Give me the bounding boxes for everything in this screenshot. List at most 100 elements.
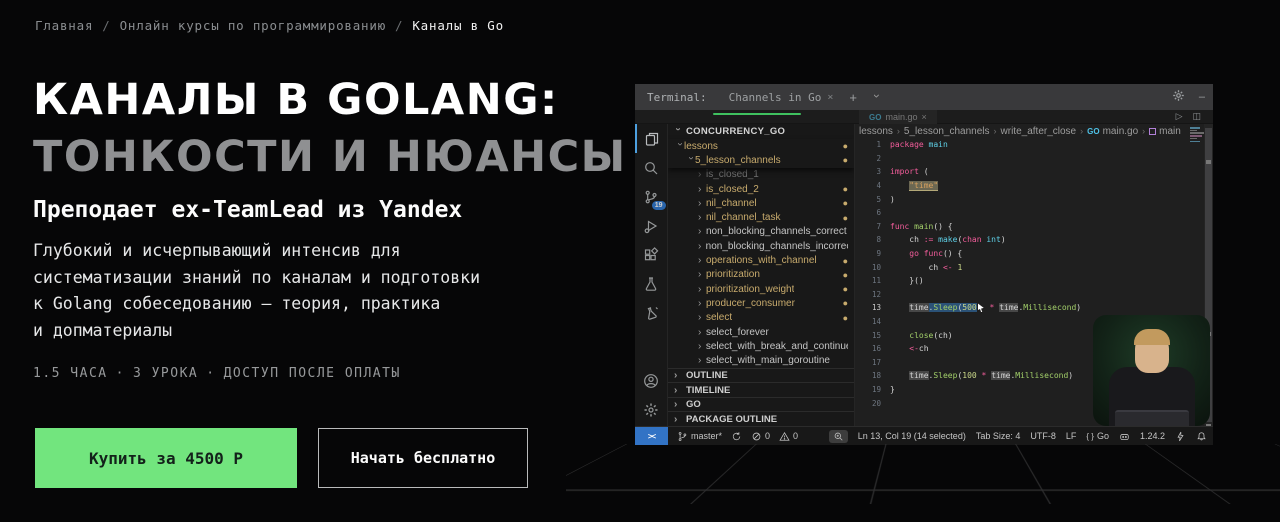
code-line-10[interactable]: 10 ch <- 1 [855, 260, 1189, 274]
tree-item-is_closed_2[interactable]: ›is_closed_2● [668, 182, 854, 196]
code-line-11[interactable]: 11 }() [855, 274, 1189, 288]
tree-item-select_with_main_goroutine[interactable]: ›select_with_main_goroutine [668, 353, 854, 367]
code-line-12[interactable]: 12 [855, 288, 1189, 302]
breadcrumb-write_after_close[interactable]: write_after_close [1001, 126, 1077, 137]
chevron-icon: › [673, 128, 684, 136]
status-item[interactable]: Tab Size: 4 [976, 431, 1021, 441]
minimize-icon[interactable]: – [1199, 91, 1205, 103]
code-line-6[interactable]: 6 [855, 206, 1189, 220]
breadcrumb-item[interactable]: Главная [35, 18, 93, 33]
source-control-icon[interactable]: 19 [635, 182, 668, 211]
tree-item-non_blocking_channels_correct[interactable]: ›non_blocking_channels_correct [668, 225, 854, 239]
braces-icon[interactable]: { }Go [1086, 431, 1109, 441]
tree-item-non_blocking_channels_incorrect[interactable]: ›non_blocking_channels_incorrect [668, 239, 854, 253]
grid-floor [566, 444, 1280, 504]
modified-dot-icon: ● [843, 198, 848, 208]
tree-item-prioritization_weight[interactable]: ›prioritization_weight● [668, 282, 854, 296]
warnings-icon[interactable]: 0 [779, 431, 798, 442]
code-line-9[interactable]: 9 go func() { [855, 247, 1189, 261]
tree-item-select_with_break_and_continue[interactable]: ›select_with_break_and_continue [668, 339, 854, 353]
tree-item-lessons[interactable]: ›lessons● [668, 139, 854, 153]
panel-go[interactable]: ›GO [668, 397, 854, 412]
code-line-1[interactable]: 1package main [855, 138, 1189, 152]
line-number: 19 [855, 385, 881, 394]
breadcrumb-main.go[interactable]: main.go [1103, 126, 1139, 137]
tree-item-nil_channel_task[interactable]: ›nil_channel_task● [668, 210, 854, 224]
tree-item-nil_channel[interactable]: ›nil_channel● [668, 196, 854, 210]
breadcrumb-5_lesson_channels[interactable]: 5_lesson_channels [904, 126, 990, 137]
branch-icon[interactable]: master* [677, 431, 722, 442]
bell-icon[interactable] [1196, 431, 1207, 442]
start-free-button[interactable]: Начать бесплатно [318, 428, 528, 488]
buy-button[interactable]: Купить за 4500 Р [35, 428, 297, 488]
panel-outline[interactable]: ›OUTLINE [668, 368, 854, 383]
breadcrumb-lessons[interactable]: lessons [859, 126, 893, 137]
copilot-icon[interactable] [1119, 431, 1130, 442]
terminal-label: Terminal: [647, 91, 707, 104]
line-number: 14 [855, 317, 881, 326]
tree-item-select_forever[interactable]: ›select_forever [668, 325, 854, 339]
code-line-8[interactable]: 8 ch := make(chan int) [855, 233, 1189, 247]
chevron-icon: › [698, 284, 706, 295]
errors-icon[interactable]: 0 [751, 431, 770, 442]
panel-package-outline[interactable]: ›PACKAGE OUTLINE [668, 411, 854, 426]
breadcrumb-item[interactable]: Каналы в Go [412, 18, 504, 33]
panel-timeline[interactable]: ›TIMELINE [668, 382, 854, 397]
account-icon[interactable] [635, 366, 668, 395]
symbol-icon [1149, 128, 1156, 135]
zoom-icon[interactable] [829, 430, 848, 443]
line-number: 7 [855, 222, 881, 231]
breadcrumb: Главная/Онлайн курсы по программированию… [35, 18, 504, 33]
status-item[interactable]: 1.24.2 [1140, 431, 1165, 441]
remote-icon[interactable]: >< [635, 427, 668, 446]
tab-close-icon[interactable]: × [921, 112, 926, 122]
tree-item-producer_consumer[interactable]: ›producer_consumer● [668, 296, 854, 310]
terminal-tab[interactable]: Channels in Go × [729, 91, 834, 104]
settings-gear-icon[interactable] [635, 395, 668, 424]
settings-gear-icon[interactable] [1172, 89, 1185, 105]
tree-item-prioritization[interactable]: ›prioritization● [668, 268, 854, 282]
debug-icon[interactable] [635, 211, 668, 240]
code-line-2[interactable]: 2 [855, 152, 1189, 166]
code-line-4[interactable]: 4 "time" [855, 179, 1189, 193]
zap-icon[interactable] [1175, 431, 1186, 442]
status-item[interactable]: UTF-8 [1030, 431, 1056, 441]
extensions-icon[interactable] [635, 240, 668, 269]
beaker-icon[interactable] [635, 269, 668, 298]
search-icon[interactable] [635, 153, 668, 182]
tree-item-is_closed_1[interactable]: ›is_closed_1 [668, 168, 854, 182]
code-editor[interactable]: lessons›5_lesson_channels›write_after_cl… [855, 124, 1213, 426]
status-item[interactable]: LF [1066, 431, 1077, 441]
line-number: 16 [855, 344, 881, 353]
explorer-icon[interactable] [635, 124, 668, 153]
chevron-icon: › [698, 255, 706, 266]
hero-subtitle: Преподает ex-TeamLead из Yandex [33, 197, 462, 223]
breadcrumb-main[interactable]: main [1159, 126, 1181, 137]
modified-dot-icon: ● [843, 155, 848, 165]
line-number: 8 [855, 235, 881, 244]
chevron-down-icon[interactable]: › [870, 94, 884, 102]
explorer-root-header[interactable]: › CONCURRENCY_GO [668, 124, 854, 139]
code-line-13[interactable]: 13 time.Sleep(500 * time.Millisecond) [855, 301, 1189, 315]
editor-tab-main-go[interactable]: GO main.go × [859, 110, 937, 124]
flask-icon[interactable] [635, 298, 668, 327]
chevron-icon: › [698, 241, 706, 252]
run-icon[interactable]: ▷ [1176, 111, 1183, 122]
new-tab-icon[interactable]: + [849, 90, 857, 105]
line-number: 12 [855, 290, 881, 299]
tree-item-5_lesson_channels[interactable]: ›5_lesson_channels● [668, 153, 854, 167]
chevron-icon: › [698, 312, 706, 323]
tab-close-icon[interactable]: × [827, 92, 833, 103]
tree-item-select[interactable]: ›select● [668, 311, 854, 325]
minimap[interactable] [1190, 126, 1204, 143]
code-line-3[interactable]: 3import ( [855, 165, 1189, 179]
sync-icon[interactable] [731, 431, 742, 442]
chevron-icon: › [698, 198, 706, 209]
code-line-7[interactable]: 7func main() { [855, 220, 1189, 234]
line-number: 3 [855, 167, 881, 176]
tree-item-operations_with_channel[interactable]: ›operations_with_channel● [668, 253, 854, 267]
split-editor-icon[interactable]: ◫ [1192, 111, 1201, 122]
breadcrumb-item[interactable]: Онлайн курсы по программированию [120, 18, 386, 33]
status-item[interactable]: Ln 13, Col 19 (14 selected) [858, 431, 966, 441]
code-line-5[interactable]: 5) [855, 192, 1189, 206]
